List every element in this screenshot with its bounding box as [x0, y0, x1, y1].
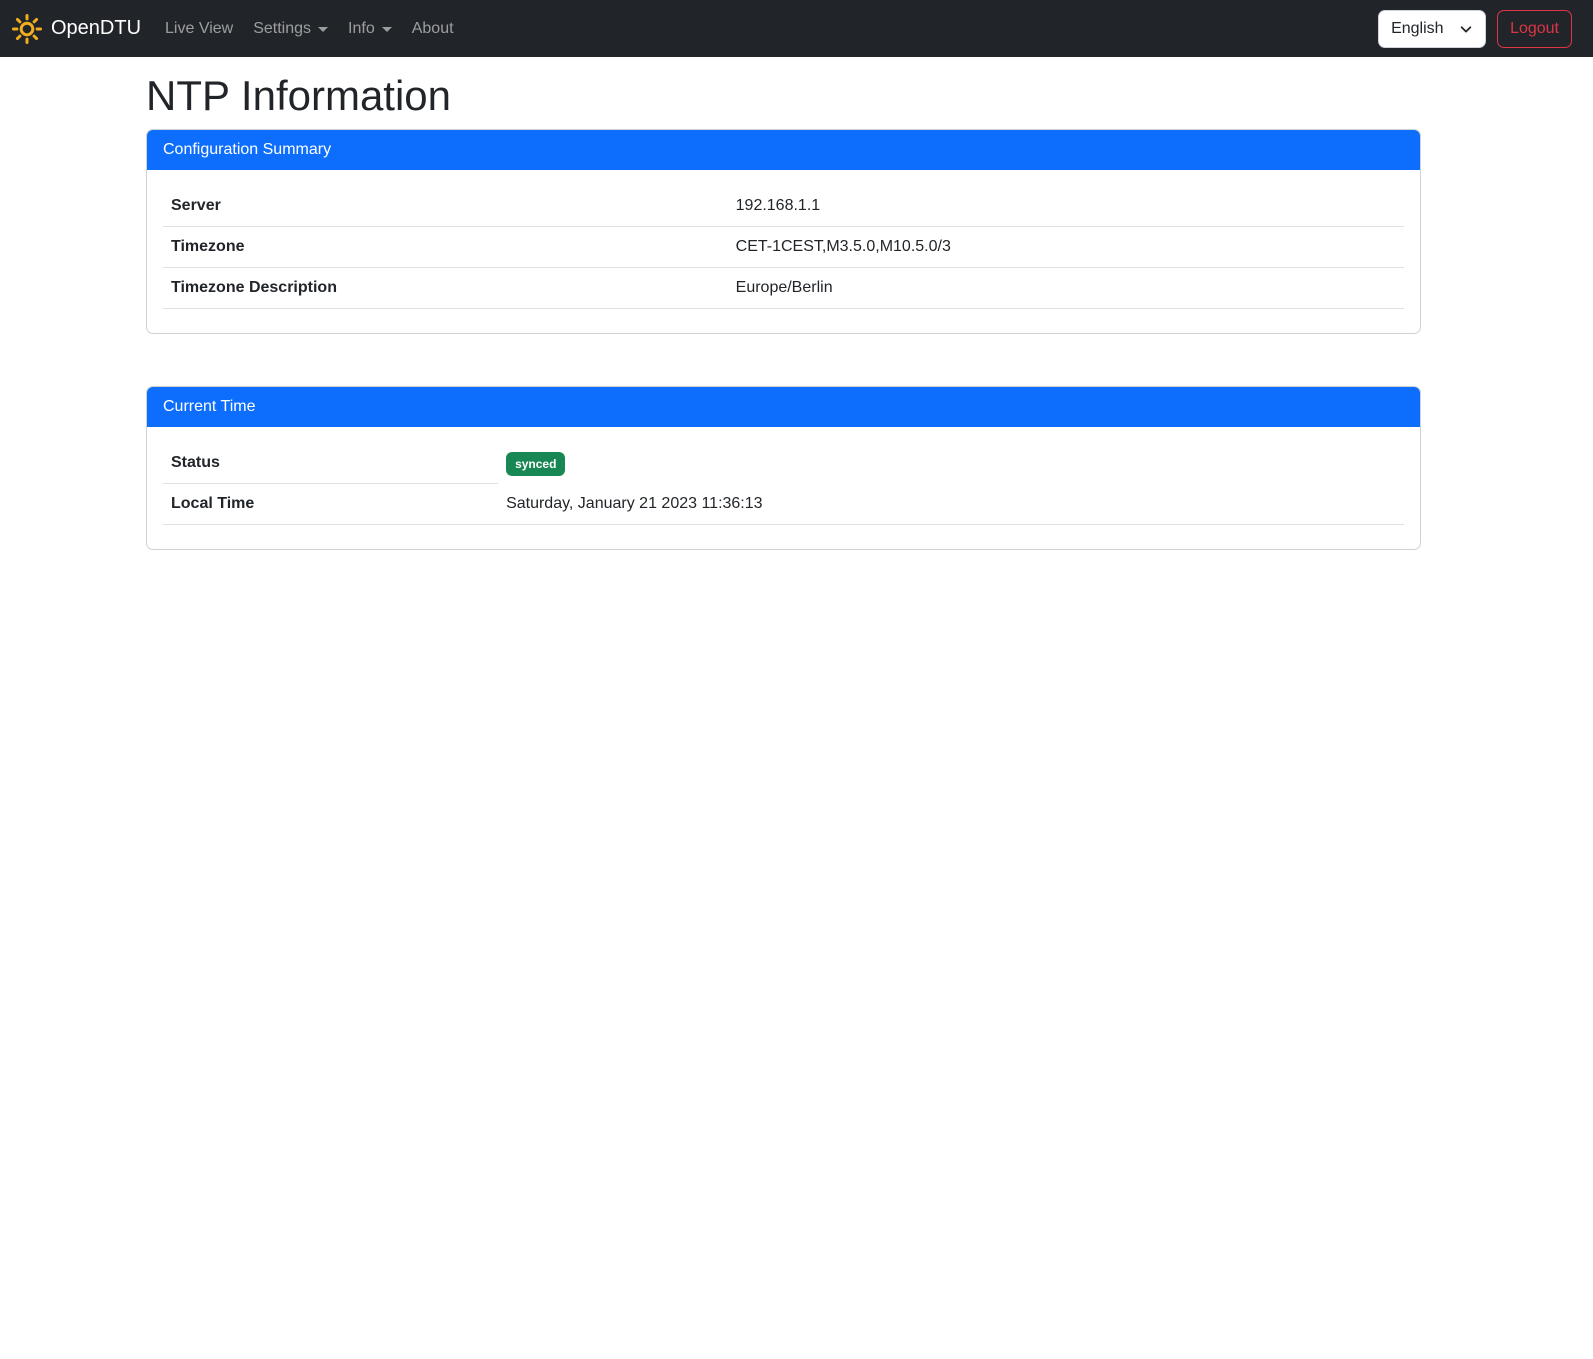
- configuration-summary-body: Server 192.168.1.1 Timezone CET-1CEST,M3…: [147, 170, 1420, 333]
- table-row: Timezone Description Europe/Berlin: [163, 268, 1404, 309]
- language-selected-value: English: [1391, 20, 1443, 38]
- current-time-body: Status synced Local Time Saturday, Janua…: [147, 427, 1420, 549]
- caret-down-icon: [318, 27, 328, 32]
- row-value-timezone: CET-1CEST,M3.5.0,M10.5.0/3: [728, 227, 1404, 268]
- status-badge: synced: [506, 452, 565, 476]
- current-time-table: Status synced Local Time Saturday, Janua…: [163, 443, 1404, 525]
- brand-link[interactable]: OpenDTU: [12, 14, 141, 44]
- language-select[interactable]: English: [1378, 10, 1486, 48]
- main-content: NTP Information Configuration Summary Se…: [146, 71, 1421, 550]
- nav-menu: Live View Settings Info About: [157, 12, 462, 46]
- nav-item-label: Live View: [165, 20, 233, 38]
- configuration-summary-table: Server 192.168.1.1 Timezone CET-1CEST,M3…: [163, 186, 1404, 309]
- row-value-local-time: Saturday, January 21 2023 11:36:13: [498, 484, 1404, 525]
- table-row: Timezone CET-1CEST,M3.5.0,M10.5.0/3: [163, 227, 1404, 268]
- page-title: NTP Information: [146, 71, 1421, 121]
- row-label-local-time: Local Time: [163, 484, 498, 525]
- nav-item-about[interactable]: About: [404, 12, 462, 46]
- nav-item-label: About: [412, 20, 454, 38]
- nav-item-info[interactable]: Info: [340, 12, 400, 46]
- nav-item-live-view[interactable]: Live View: [157, 12, 241, 46]
- configuration-summary-card: Configuration Summary Server 192.168.1.1…: [146, 129, 1421, 334]
- navbar-right: English Logout: [1378, 10, 1572, 48]
- current-time-card: Current Time Status synced Local Time Sa…: [146, 386, 1421, 550]
- table-row: Status synced: [163, 443, 1404, 484]
- sun-icon: [12, 14, 42, 44]
- caret-down-icon: [382, 27, 392, 32]
- nav-item-settings[interactable]: Settings: [245, 12, 336, 46]
- row-label-status: Status: [163, 443, 498, 484]
- table-row: Server 192.168.1.1: [163, 186, 1404, 227]
- chevron-down-icon: [1459, 22, 1473, 36]
- nav-item-label: Settings: [253, 20, 311, 38]
- nav-item-label: Info: [348, 20, 375, 38]
- row-label-server: Server: [163, 186, 728, 227]
- row-label-timezone: Timezone: [163, 227, 728, 268]
- configuration-summary-header: Configuration Summary: [147, 130, 1420, 170]
- brand-label: OpenDTU: [51, 17, 141, 40]
- logout-button[interactable]: Logout: [1497, 10, 1572, 48]
- row-value-server: 192.168.1.1: [728, 186, 1404, 227]
- table-row: Local Time Saturday, January 21 2023 11:…: [163, 484, 1404, 525]
- row-label-timezone-description: Timezone Description: [163, 268, 728, 309]
- row-value-timezone-description: Europe/Berlin: [728, 268, 1404, 309]
- row-value-status: synced: [498, 443, 1404, 484]
- current-time-header: Current Time: [147, 387, 1420, 427]
- navbar: OpenDTU Live View Settings Info About En…: [0, 0, 1593, 57]
